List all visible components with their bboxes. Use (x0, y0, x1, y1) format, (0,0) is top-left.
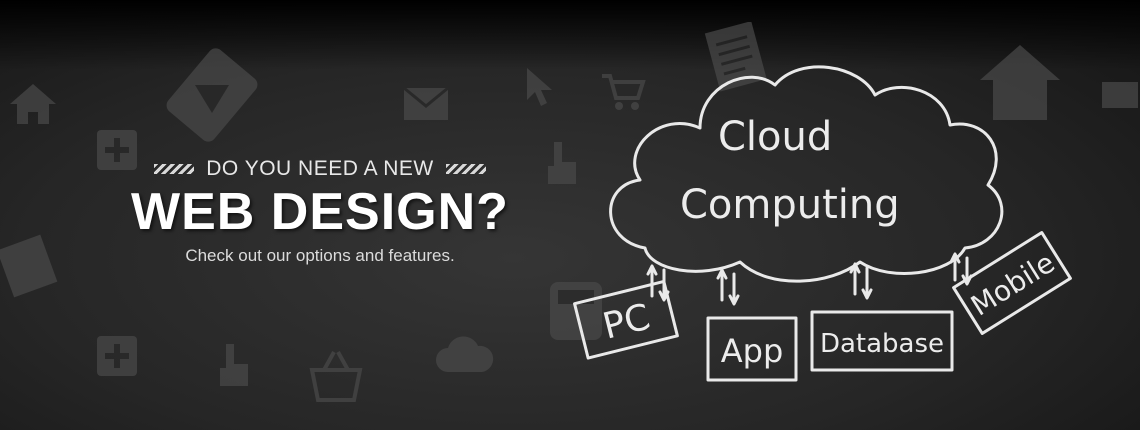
pc-label: PC (599, 297, 654, 348)
hero-banner: DO YOU NEED A NEW WEB DESIGN? Check out … (0, 0, 1140, 430)
cloud-outline (609, 65, 1004, 283)
sync-arrow-app (716, 268, 740, 306)
app-box: App (706, 316, 798, 382)
mobile-label: Mobile (965, 246, 1060, 323)
sync-arrow-database (849, 262, 873, 300)
cloud-computing-diagram: Cloud Computing PC App Database Mobile (573, 65, 1072, 382)
cloud-label-line2: Computing (680, 182, 900, 228)
app-label: App (721, 332, 784, 370)
database-label: Database (820, 329, 944, 359)
cloud-label-line1: Cloud (718, 114, 832, 160)
database-box: Database (810, 310, 954, 372)
